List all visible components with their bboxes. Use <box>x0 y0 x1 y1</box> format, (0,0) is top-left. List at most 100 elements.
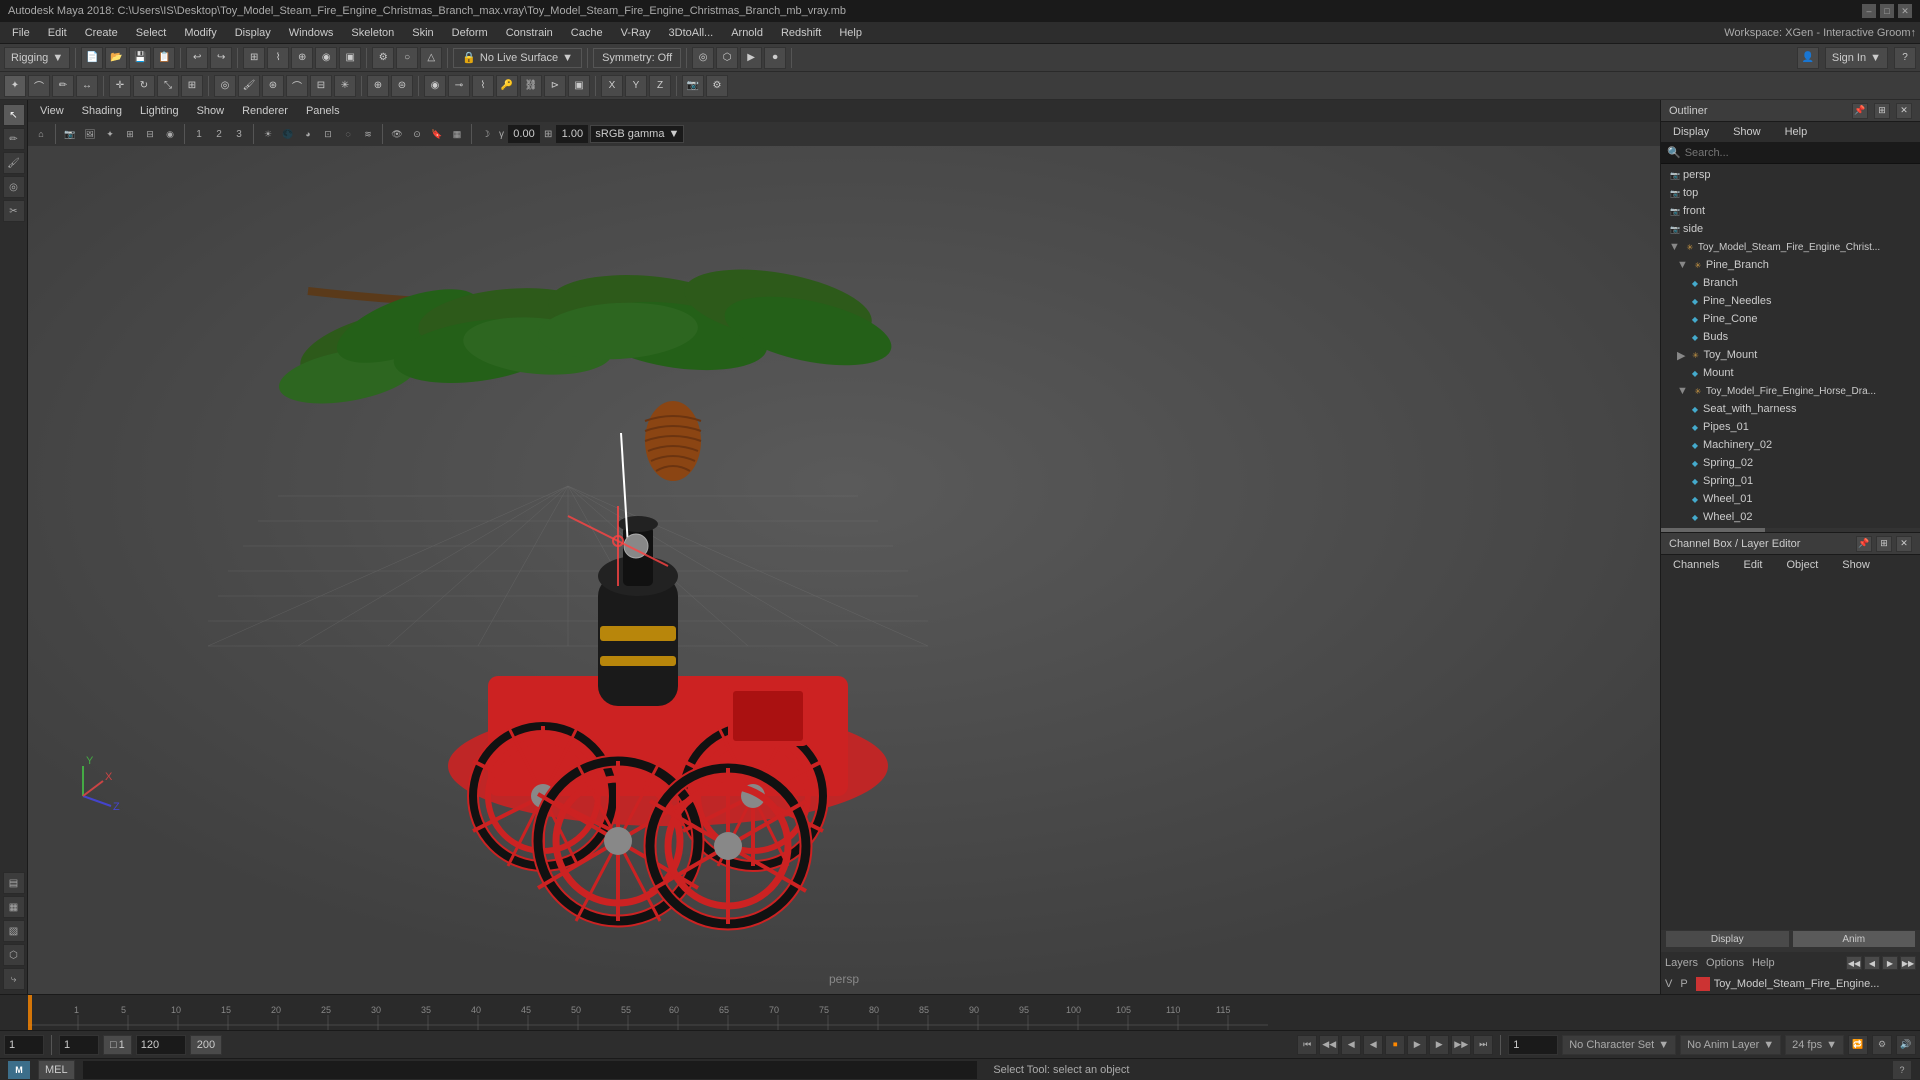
outliner-show-menu[interactable]: Show <box>1725 124 1769 140</box>
tree-item-pine-cone[interactable]: ◆ Pine_Cone <box>1661 310 1920 328</box>
set-driven-key-button[interactable]: 🔑 <box>496 75 518 97</box>
anim-layer-button[interactable]: ▧ <box>3 920 25 942</box>
help-button[interactable]: ? <box>1894 47 1916 69</box>
vp-camera-icon[interactable]: 📷 <box>61 125 79 143</box>
outliner-display-menu[interactable]: Display <box>1665 124 1717 140</box>
tree-item-pine-needles[interactable]: ◆ Pine_Needles <box>1661 292 1920 310</box>
outliner-search-input[interactable] <box>1685 147 1914 159</box>
audio-button[interactable]: 🔊 <box>1896 1035 1916 1055</box>
vp-image-plane-icon[interactable]: 🖼 <box>81 125 99 143</box>
snap-z-button[interactable]: Z <box>649 75 671 97</box>
snap-face-button[interactable]: ▣ <box>339 47 361 69</box>
playback-first-frame-button[interactable]: ⏮ <box>1297 1035 1317 1055</box>
connection-editor-button[interactable]: ⤷ <box>3 968 25 990</box>
minimize-button[interactable]: – <box>1862 4 1876 18</box>
menu-windows[interactable]: Windows <box>281 25 342 41</box>
tree-item-mount[interactable]: ◆ Mount <box>1661 364 1920 382</box>
new-scene-button[interactable]: 📄 <box>81 47 103 69</box>
fps-dropdown[interactable]: 24 fps ▼ <box>1785 1035 1844 1055</box>
menu-create[interactable]: Create <box>77 25 126 41</box>
layers-nav-first[interactable]: ◀◀ <box>1846 956 1862 970</box>
playback-next-frame-button[interactable]: ▶ <box>1429 1035 1449 1055</box>
group-button[interactable]: ▣ <box>568 75 590 97</box>
select-tool-button[interactable]: ✦ <box>4 75 26 97</box>
no-live-surface-button[interactable]: 🔒 No Live Surface ▼ <box>453 48 582 68</box>
vp-frame-all-icon[interactable]: ⊞ <box>121 125 139 143</box>
edit-menu[interactable]: Edit <box>1735 557 1770 573</box>
viewport-3d[interactable]: Y Z X persp <box>28 146 1660 994</box>
tree-item-pipes01[interactable]: ◆ Pipes_01 <box>1661 418 1920 436</box>
universal-manip-button[interactable]: ⊞ <box>181 75 203 97</box>
show-menu[interactable]: Show <box>1834 557 1878 573</box>
snap-curve-button[interactable]: ⌇ <box>267 47 289 69</box>
sign-in-button[interactable]: 👤 <box>1797 47 1819 69</box>
undo-button[interactable]: ↩ <box>186 47 208 69</box>
paint-select-button[interactable]: ✏ <box>52 75 74 97</box>
select-by-object-button[interactable]: ○ <box>396 47 418 69</box>
tree-item-toy-model-group[interactable]: ▼ ✳ Toy_Model_Steam_Fire_Engine_Christ..… <box>1661 238 1920 256</box>
move-select-button[interactable]: ↔ <box>76 75 98 97</box>
deform-button[interactable]: ⬡ <box>716 47 738 69</box>
vp-home-icon[interactable]: ⌂ <box>32 125 50 143</box>
channel-box-expand-icon[interactable]: ⊞ <box>1876 536 1892 552</box>
vp-xray-icon[interactable]: ◉ <box>161 125 179 143</box>
playback-prev-frame-button[interactable]: ◀ <box>1341 1035 1361 1055</box>
tree-item-pine-branch[interactable]: ▼ ✳ Pine_Branch <box>1661 256 1920 274</box>
menu-constrain[interactable]: Constrain <box>498 25 561 41</box>
open-scene-button[interactable]: 📂 <box>105 47 127 69</box>
channel-box-close-icon[interactable]: ✕ <box>1896 536 1912 552</box>
menu-file[interactable]: File <box>4 25 38 41</box>
menu-vray[interactable]: V-Ray <box>613 25 659 41</box>
snap-view-button[interactable]: ◉ <box>315 47 337 69</box>
node-editor-button[interactable]: ⬡ <box>3 944 25 966</box>
menu-skeleton[interactable]: Skeleton <box>343 25 402 41</box>
tree-item-branch[interactable]: ◆ Branch <box>1661 274 1920 292</box>
tree-item-spring01[interactable]: ◆ Spring_01 <box>1661 472 1920 490</box>
snap-x-button[interactable]: X <box>601 75 623 97</box>
sign-in-dropdown[interactable]: Sign In ▼ <box>1825 47 1888 69</box>
display-layer-button[interactable]: ▤ <box>3 872 25 894</box>
tree-item-toy-mount[interactable]: ▶ ✳ Toy_Mount <box>1661 346 1920 364</box>
vp-ao-icon[interactable]: ◕ <box>299 125 317 143</box>
camera-button[interactable]: 📷 <box>682 75 704 97</box>
paint-mode-button[interactable]: ✏ <box>3 128 25 150</box>
snap-y-button[interactable]: Y <box>625 75 647 97</box>
viewport-lighting-menu[interactable]: Lighting <box>132 103 187 119</box>
tree-item-side[interactable]: 📷 side <box>1661 220 1920 238</box>
cache-button[interactable]: ▶ <box>740 47 762 69</box>
menu-display[interactable]: Display <box>227 25 279 41</box>
parent-button[interactable]: ⊳ <box>544 75 566 97</box>
select-by-component-button[interactable]: △ <box>420 47 442 69</box>
color-mode-dropdown[interactable]: sRGB gamma ▼ <box>590 125 684 143</box>
paint-weights-button[interactable]: ⊛ <box>262 75 284 97</box>
tree-item-machinery02[interactable]: ◆ Machinery_02 <box>1661 436 1920 454</box>
viewport-panels-menu[interactable]: Panels <box>298 103 348 119</box>
vp-isolate-icon[interactable]: 👁 <box>388 125 406 143</box>
command-input[interactable] <box>83 1061 978 1079</box>
menu-deform[interactable]: Deform <box>444 25 496 41</box>
trim-button[interactable]: ✂ <box>3 200 25 222</box>
help-label[interactable]: Help <box>1752 957 1775 969</box>
tree-item-toy-fire-engine[interactable]: ▼ ✳ Toy_Model_Fire_Engine_Horse_Dra... <box>1661 382 1920 400</box>
range-start-field[interactable]: 1 <box>59 1035 99 1055</box>
vp-hud-icon[interactable]: ▦ <box>448 125 466 143</box>
layers-nav-next[interactable]: ▶ <box>1882 956 1898 970</box>
vp-quality-1-icon[interactable]: 1 <box>190 125 208 143</box>
snap-grid-button[interactable]: ⊞ <box>243 47 265 69</box>
layers-nav-last[interactable]: ▶▶ <box>1900 956 1916 970</box>
outliner-resize-icon[interactable]: ⊞ <box>1874 103 1890 119</box>
frame-range-button[interactable]: □ 1 <box>103 1035 132 1055</box>
timeline-area[interactable]: 1 5 10 15 20 25 30 35 40 45 50 55 60 65 … <box>0 994 1920 1030</box>
joint-tool-button[interactable]: ◉ <box>424 75 446 97</box>
outliner-help-menu[interactable]: Help <box>1777 124 1816 140</box>
save-as-button[interactable]: 📋 <box>153 47 175 69</box>
sculpt-mode-button[interactable]: 🖌 <box>3 152 25 174</box>
gain-input[interactable]: 1.00 <box>556 125 588 143</box>
vp-light-icon[interactable]: ☀ <box>259 125 277 143</box>
menu-modify[interactable]: Modify <box>176 25 224 41</box>
bend-button[interactable]: ⌒ <box>286 75 308 97</box>
vp-bookmark-icon[interactable]: 🔖 <box>428 125 446 143</box>
ik-spline-button[interactable]: ⌇ <box>472 75 494 97</box>
gimbal-button[interactable]: ⊜ <box>391 75 413 97</box>
vp-quality-2-icon[interactable]: 2 <box>210 125 228 143</box>
